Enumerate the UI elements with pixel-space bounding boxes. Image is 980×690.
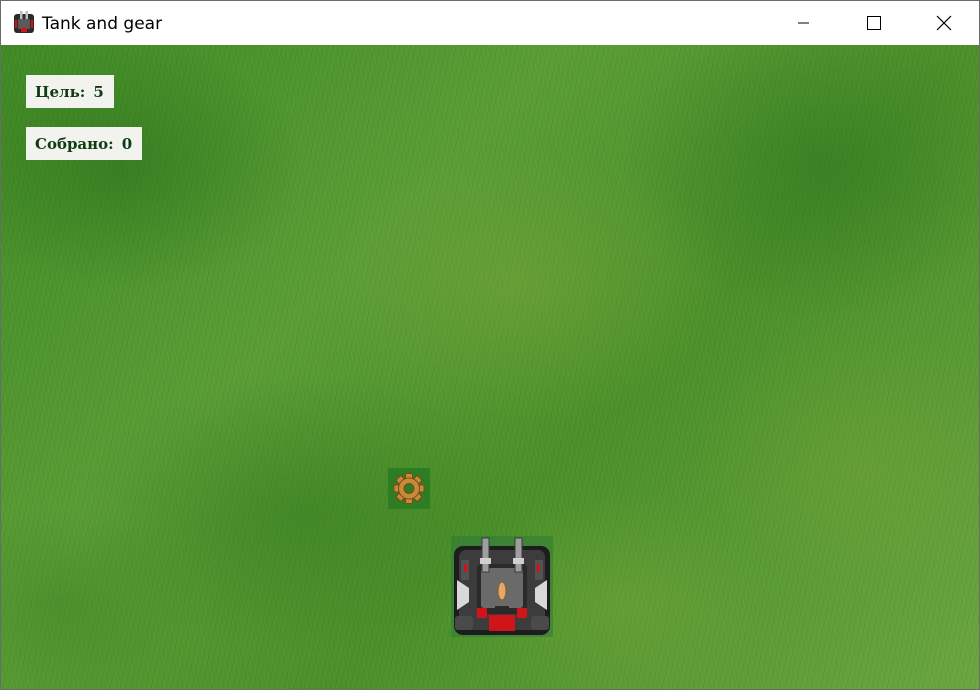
- collected-counter: Собрано: 0: [26, 127, 143, 160]
- collected-label: Собрано:: [35, 134, 114, 153]
- target-counter: Цель: 5: [26, 75, 114, 108]
- collected-value: 0: [121, 134, 133, 153]
- window-title: Tank and gear: [42, 14, 163, 34]
- target-label: Цель:: [35, 82, 86, 101]
- tank-sprite[interactable]: [451, 536, 553, 637]
- maximize-button[interactable]: [839, 1, 909, 45]
- title-bar[interactable]: Tank and gear: [1, 1, 979, 45]
- target-value: 5: [93, 82, 104, 101]
- game-field[interactable]: Цель: 5 Собрано: 0: [1, 45, 979, 689]
- gear-icon: [388, 468, 430, 509]
- minimize-button[interactable]: [769, 1, 839, 45]
- close-button[interactable]: [909, 1, 979, 45]
- app-tank-icon: [14, 11, 34, 33]
- maximize-icon: [867, 16, 881, 30]
- close-icon: [936, 15, 952, 31]
- app-window: Tank and gear Цель: 5 Собрано: 0: [0, 0, 980, 690]
- minimize-icon: [798, 22, 809, 24]
